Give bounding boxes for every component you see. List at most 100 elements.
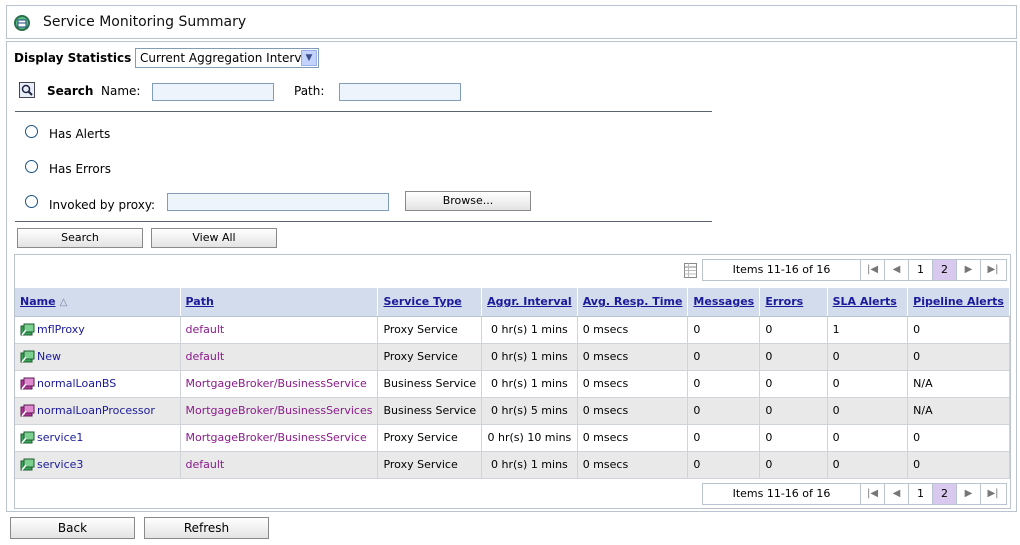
cell-aggr-interval: 0 hr(s) 1 mins bbox=[481, 451, 578, 479]
service-path-link[interactable]: MortgageBroker/BusinessService bbox=[186, 377, 367, 390]
service-name-link[interactable]: service1 bbox=[37, 431, 83, 444]
page-2-button[interactable]: 2 bbox=[933, 260, 957, 280]
back-button[interactable]: Back bbox=[10, 517, 135, 539]
cell-sla-alerts: 0 bbox=[827, 397, 909, 425]
cell-aggr-interval: 0 hr(s) 5 mins bbox=[481, 397, 578, 425]
cell-name: normalLoanBS bbox=[15, 370, 181, 398]
col-header-messages[interactable]: Messages bbox=[687, 288, 761, 317]
table-row: normalLoanProcessor MortgageBroker/Busine… bbox=[15, 397, 1010, 425]
col-header-service-type[interactable]: Service Type bbox=[377, 288, 483, 317]
invoked-by-proxy-radio[interactable] bbox=[25, 195, 38, 208]
name-label: Name: bbox=[101, 84, 141, 98]
divider bbox=[15, 111, 712, 112]
pager-items-text: Items 11-16 of 16 bbox=[703, 484, 861, 504]
cell-messages: 0 bbox=[687, 343, 761, 371]
proxy-service-icon bbox=[20, 458, 35, 470]
cell-aggr-interval: 0 hr(s) 10 mins bbox=[481, 424, 578, 452]
col-header-aggr-interval[interactable]: Aggr. Interval bbox=[481, 288, 578, 317]
path-input[interactable] bbox=[339, 83, 461, 101]
last-page-icon[interactable]: ▶| bbox=[981, 484, 1005, 504]
col-header-errors[interactable]: Errors bbox=[759, 288, 828, 317]
cell-name: service1 bbox=[15, 424, 181, 452]
service-path-link[interactable]: MortgageBroker/BusinessServices bbox=[186, 404, 373, 417]
cell-messages: 0 bbox=[687, 451, 761, 479]
sort-ascending-icon: △ bbox=[59, 297, 68, 309]
col-header-pipeline-alerts[interactable]: Pipeline Alerts bbox=[907, 288, 1010, 317]
monitor-icon bbox=[14, 15, 30, 31]
cell-errors: 0 bbox=[759, 451, 828, 479]
search-icon bbox=[19, 82, 35, 98]
has-errors-label: Has Errors bbox=[49, 162, 111, 176]
service-name-link[interactable]: mflProxy bbox=[37, 323, 85, 336]
cell-path: MortgageBroker/BusinessService bbox=[180, 370, 379, 398]
cell-errors: 0 bbox=[759, 424, 828, 452]
page-title: Service Monitoring Summary bbox=[43, 14, 247, 30]
cell-messages: 0 bbox=[687, 424, 761, 452]
col-header-path[interactable]: Path bbox=[180, 288, 379, 317]
cell-service-type: Proxy Service bbox=[377, 424, 483, 452]
search-button[interactable]: Search bbox=[17, 228, 143, 248]
path-label: Path: bbox=[294, 84, 325, 98]
page-2-button[interactable]: 2 bbox=[933, 484, 957, 504]
cell-avg-resp-time: 0 msecs bbox=[577, 316, 689, 344]
view-all-button[interactable]: View All bbox=[151, 228, 277, 248]
has-errors-radio[interactable] bbox=[25, 160, 38, 173]
next-page-icon[interactable]: ▶ bbox=[957, 484, 981, 504]
service-path-link[interactable]: default bbox=[186, 350, 225, 363]
service-name-link[interactable]: normalLoanBS bbox=[37, 377, 116, 390]
invoked-by-proxy-label: Invoked by proxy: bbox=[49, 198, 156, 212]
service-path-link[interactable]: default bbox=[186, 458, 225, 471]
cell-name: service3 bbox=[15, 451, 181, 479]
service-path-link[interactable]: MortgageBroker/BusinessService bbox=[186, 431, 367, 444]
search-label: Search bbox=[47, 84, 94, 98]
service-name-link[interactable]: service3 bbox=[37, 458, 83, 471]
table-row: normalLoanBS MortgageBroker/BusinessServi… bbox=[15, 370, 1010, 398]
pager-bottom: Items 11-16 of 16 |◀ ◀ 1 2 ▶ ▶| bbox=[702, 483, 1007, 505]
chevron-down-icon[interactable]: ▼ bbox=[301, 50, 317, 66]
cell-service-type: Proxy Service bbox=[377, 316, 483, 344]
cell-pipeline-alerts: N/A bbox=[907, 370, 1010, 398]
main-panel: Display Statistics Current Aggregation I… bbox=[6, 41, 1017, 512]
service-path-link[interactable]: default bbox=[186, 323, 225, 336]
service-name-link[interactable]: normalLoanProcessor bbox=[37, 404, 155, 417]
prev-page-icon[interactable]: ◀ bbox=[885, 484, 909, 504]
cell-sla-alerts: 0 bbox=[827, 451, 909, 479]
next-page-icon[interactable]: ▶ bbox=[957, 260, 981, 280]
table-export-icon[interactable] bbox=[684, 263, 697, 278]
cell-path: default bbox=[180, 451, 379, 479]
col-header-sla-alerts[interactable]: SLA Alerts bbox=[827, 288, 909, 317]
col-header-avg-resp-time[interactable]: Avg. Resp. Time bbox=[577, 288, 689, 317]
last-page-icon[interactable]: ▶| bbox=[981, 260, 1005, 280]
has-alerts-radio[interactable] bbox=[25, 125, 38, 138]
cell-avg-resp-time: 0 msecs bbox=[577, 451, 689, 479]
browse-button[interactable]: Browse... bbox=[405, 191, 531, 211]
cell-avg-resp-time: 0 msecs bbox=[577, 397, 689, 425]
first-page-icon[interactable]: |◀ bbox=[861, 484, 885, 504]
proxy-input[interactable] bbox=[167, 193, 389, 211]
proxy-service-icon bbox=[20, 350, 35, 362]
col-header-name[interactable]: Name △ bbox=[15, 288, 181, 317]
cell-errors: 0 bbox=[759, 316, 828, 344]
cell-avg-resp-time: 0 msecs bbox=[577, 424, 689, 452]
page-1-button[interactable]: 1 bbox=[909, 484, 933, 504]
cell-aggr-interval: 0 hr(s) 1 mins bbox=[481, 370, 578, 398]
cell-path: MortgageBroker/BusinessService bbox=[180, 424, 379, 452]
cell-messages: 0 bbox=[687, 316, 761, 344]
display-statistics-select[interactable]: Current Aggregation Interval ▼ bbox=[135, 48, 319, 68]
cell-sla-alerts: 0 bbox=[827, 424, 909, 452]
service-name-link[interactable]: New bbox=[37, 350, 61, 363]
prev-page-icon[interactable]: ◀ bbox=[885, 260, 909, 280]
cell-path: MortgageBroker/BusinessServices bbox=[180, 397, 379, 425]
name-input[interactable] bbox=[152, 83, 274, 101]
cell-pipeline-alerts: 0 bbox=[907, 424, 1010, 452]
cell-sla-alerts: 0 bbox=[827, 343, 909, 371]
page-1-button[interactable]: 1 bbox=[909, 260, 933, 280]
cell-pipeline-alerts: N/A bbox=[907, 397, 1010, 425]
cell-service-type: Proxy Service bbox=[377, 451, 483, 479]
cell-sla-alerts: 1 bbox=[827, 316, 909, 344]
cell-errors: 0 bbox=[759, 397, 828, 425]
display-statistics-value: Current Aggregation Interval bbox=[140, 51, 313, 65]
refresh-button[interactable]: Refresh bbox=[144, 517, 269, 539]
first-page-icon[interactable]: |◀ bbox=[861, 260, 885, 280]
cell-pipeline-alerts: 0 bbox=[907, 451, 1010, 479]
